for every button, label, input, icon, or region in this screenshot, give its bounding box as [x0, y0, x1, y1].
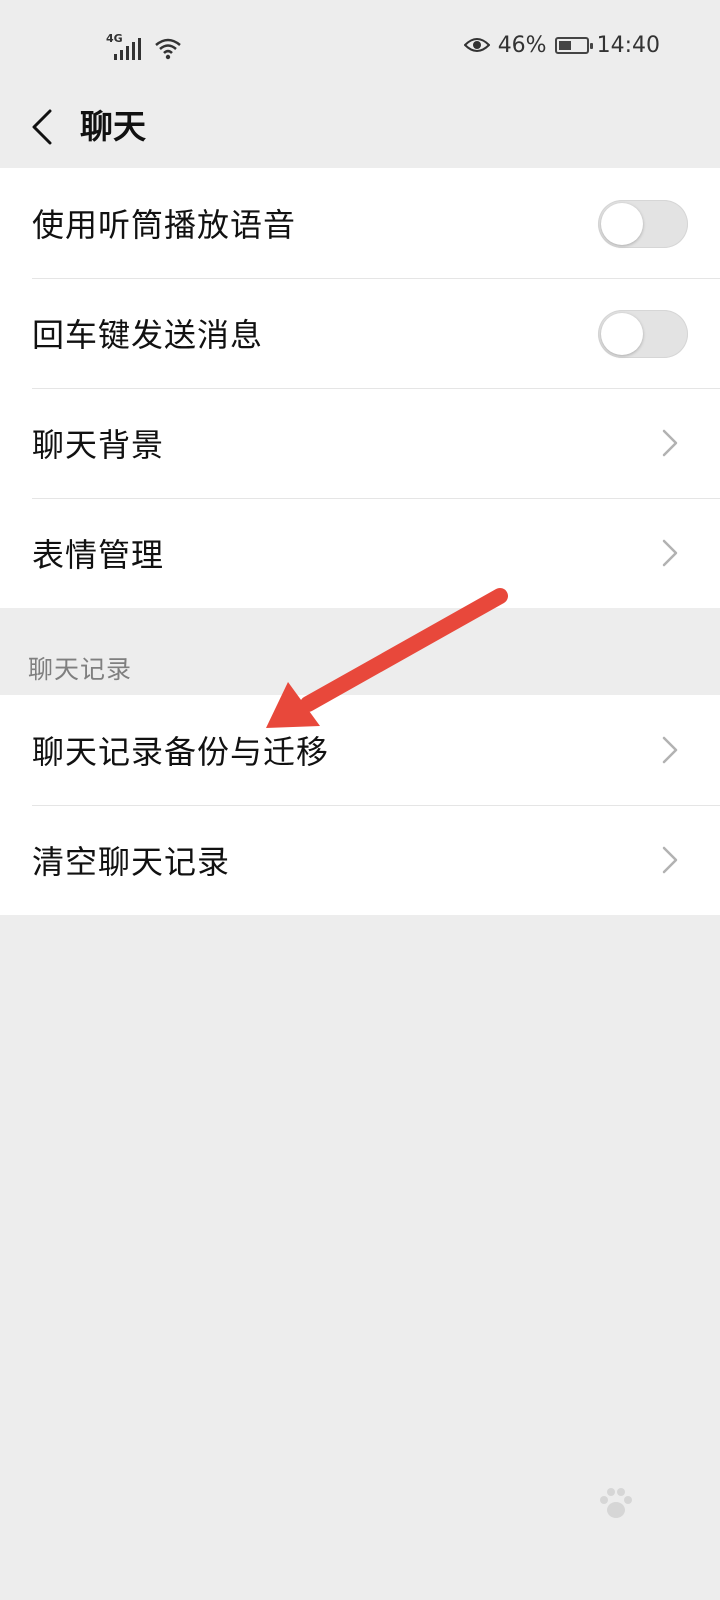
watermark-logo: [544, 1488, 704, 1572]
paw-icon: [600, 1488, 632, 1518]
network-type: 4G: [106, 32, 123, 45]
setting-clear-history[interactable]: 清空聊天记录: [0, 805, 720, 915]
wifi-icon: [155, 38, 181, 60]
battery-icon: [554, 36, 593, 54]
setting-label: 聊天背景: [32, 426, 165, 464]
enter-send-toggle[interactable]: [598, 310, 688, 358]
settings-group-general: 使用听筒播放语音 回车键发送消息 聊天背景 表情管理: [0, 168, 720, 608]
nav-bar: 聊天: [0, 90, 720, 168]
battery-level: [558, 40, 571, 50]
chevron-right-icon: [662, 539, 678, 567]
setting-label: 使用听筒播放语音: [32, 206, 297, 244]
setting-label: 清空聊天记录: [32, 843, 231, 881]
eye-icon: [463, 38, 490, 52]
chevron-right-icon: [662, 736, 678, 764]
status-time: 14:40: [596, 32, 660, 58]
setting-label: 聊天记录备份与迁移: [32, 733, 330, 771]
chevron-left-icon: [32, 109, 52, 145]
page-title: 聊天: [80, 107, 146, 146]
battery-percent: 46%: [497, 32, 547, 58]
setting-label: 回车键发送消息: [32, 316, 264, 354]
toggle-knob: [601, 203, 643, 245]
setting-earpiece-playback: 使用听筒播放语音: [0, 168, 720, 278]
section-header-chat-history: 聊天记录: [28, 655, 133, 684]
setting-enter-to-send: 回车键发送消息: [0, 278, 720, 388]
settings-group-chat-history: 聊天记录备份与迁移 清空聊天记录: [0, 695, 720, 915]
setting-backup-migrate[interactable]: 聊天记录备份与迁移: [0, 695, 720, 805]
status-left: 4G: [106, 28, 182, 60]
back-button[interactable]: [22, 104, 62, 150]
chevron-right-icon: [662, 429, 678, 457]
setting-chat-background[interactable]: 聊天背景: [0, 388, 720, 498]
status-bar: 4G 46% 14:40: [0, 0, 720, 90]
chevron-right-icon: [662, 846, 678, 874]
toggle-knob: [601, 313, 643, 355]
setting-label: 表情管理: [32, 536, 165, 574]
earpiece-toggle[interactable]: [598, 200, 688, 248]
setting-sticker-management[interactable]: 表情管理: [0, 498, 720, 608]
status-right: 46% 14:40: [463, 30, 660, 60]
